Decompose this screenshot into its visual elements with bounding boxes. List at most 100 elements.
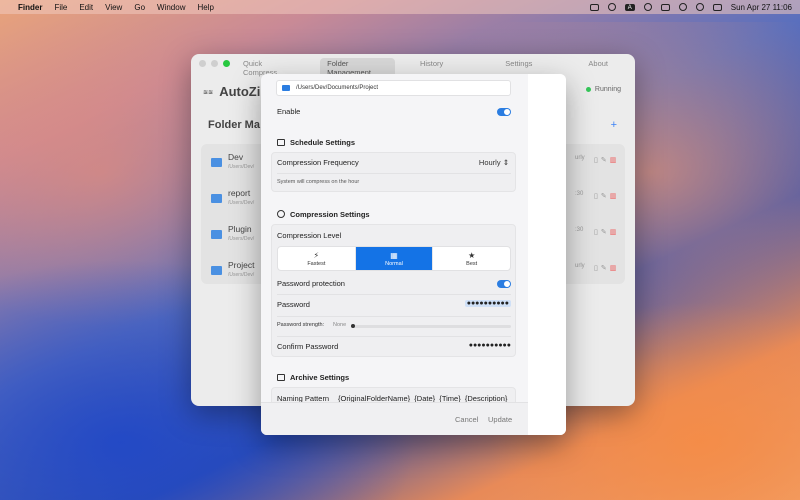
menu-help[interactable]: Help — [197, 3, 213, 12]
trash-icon[interactable]: ▥ — [610, 229, 620, 236]
copy-icon[interactable]: ▯ — [594, 229, 601, 236]
copy-icon[interactable]: ▯ — [594, 157, 601, 164]
menu-view[interactable]: View — [105, 3, 122, 12]
folder-name: report — [228, 188, 251, 198]
copy-icon[interactable]: ▯ — [594, 193, 601, 200]
menu-go[interactable]: Go — [134, 3, 145, 12]
folder-name: Project — [228, 260, 255, 270]
search-icon[interactable] — [695, 3, 704, 11]
wifi-icon[interactable] — [678, 3, 687, 11]
compression-settings-heading: Compression Settings — [277, 210, 370, 219]
folder-icon — [211, 266, 222, 275]
folder-schedule: :30 — [575, 227, 584, 233]
menu-clock[interactable]: Sun Apr 27 11:06 — [731, 3, 792, 12]
running-status-label: Running — [594, 86, 621, 93]
folder-schedule: :30 — [575, 191, 584, 197]
control-center-icon[interactable] — [712, 3, 722, 11]
sheet-scroll-content[interactable]: /Users/Dev/Documents/Project Enable Sche… — [261, 74, 528, 402]
folder-arrow-icon — [277, 374, 285, 381]
battery-icon[interactable] — [660, 3, 670, 11]
edit-folder-sheet: /Users/Dev/Documents/Project Enable Sche… — [261, 74, 566, 435]
level-fastest-option[interactable]: ⚡ Fastest — [278, 247, 356, 270]
close-window-button[interactable] — [199, 59, 206, 67]
password-strength-indicator — [351, 324, 355, 328]
tab-about[interactable]: About — [581, 58, 615, 78]
copy-icon[interactable]: ▯ — [594, 265, 601, 272]
sheet-side-panel — [528, 74, 566, 435]
naming-pattern-label: Naming Pattern — [277, 394, 330, 402]
level-normal-option[interactable]: ▦ Normal — [355, 247, 434, 270]
password-strength-label: Password strength: — [277, 322, 325, 328]
folder-name: Plugin — [228, 224, 252, 234]
row-actions: ▯✎▥ — [594, 228, 619, 236]
folder-icon — [211, 158, 222, 167]
password-strength-row: Password strength: None — [277, 321, 511, 331]
archive-settings-heading: Archive Settings — [277, 373, 349, 382]
password-row: Password ●●●●●●●●●● — [277, 298, 511, 312]
menu-window[interactable]: Window — [157, 3, 185, 12]
running-status: Running — [585, 86, 621, 93]
input-source-icon[interactable]: A — [624, 3, 635, 11]
confirm-password-label: Confirm Password — [277, 342, 339, 351]
gear-icon — [277, 210, 285, 218]
compression-level-segmented: ⚡ Fastest ▦ Normal ★ Best — [277, 246, 511, 271]
schedule-settings-heading: Schedule Settings — [277, 138, 355, 147]
edit-icon[interactable]: ✎ — [601, 229, 610, 236]
edit-icon[interactable]: ✎ — [601, 193, 610, 200]
update-button[interactable]: Update — [488, 415, 512, 424]
trash-icon[interactable]: ▥ — [610, 157, 620, 164]
layers-icon[interactable] — [607, 3, 616, 11]
divider — [277, 173, 511, 174]
folder-icon — [211, 194, 222, 203]
status-dot-icon — [585, 87, 591, 92]
user-icon[interactable] — [643, 3, 652, 11]
folder-path-field[interactable]: /Users/Dev/Documents/Project — [276, 80, 511, 96]
password-protection-toggle[interactable] — [497, 280, 511, 288]
divider — [277, 336, 511, 337]
trash-icon[interactable]: ▥ — [610, 265, 620, 272]
sheet-footer: Cancel Update — [261, 402, 528, 435]
password-label: Password — [277, 300, 310, 309]
divider — [277, 316, 511, 317]
folder-management-heading: Folder Ma — [208, 119, 260, 131]
folder-path: /Users/Dev/ — [228, 236, 255, 242]
menu-app-name[interactable]: Finder — [18, 3, 42, 12]
menu-extras: A Sun Apr 27 11:06 — [589, 3, 792, 12]
level-best-option[interactable]: ★ Best — [433, 247, 510, 270]
folder-path: /Users/Dev/ — [228, 272, 255, 278]
naming-pattern-row: Naming Pattern {OriginalFolderName}_{Dat… — [277, 392, 511, 402]
enable-row: Enable — [277, 105, 511, 119]
calendar-icon — [277, 139, 285, 146]
row-actions: ▯✎▥ — [594, 156, 619, 164]
folder-path-text: /Users/Dev/Documents/Project — [296, 85, 379, 91]
folder-name: Dev — [228, 152, 244, 162]
zip-status-icon[interactable] — [589, 3, 599, 11]
enable-toggle[interactable] — [497, 108, 511, 116]
folder-path: /Users/Dev/ — [228, 164, 255, 170]
compression-level-label: Compression Level — [277, 231, 342, 240]
menu-edit[interactable]: Edit — [79, 3, 93, 12]
password-input[interactable]: ●●●●●●●●●● — [464, 300, 511, 307]
edit-icon[interactable]: ✎ — [601, 157, 610, 164]
trash-icon[interactable]: ▥ — [610, 193, 620, 200]
add-folder-button[interactable]: + — [611, 119, 617, 131]
archive-box-icon: ▦ — [390, 251, 398, 260]
password-protection-row: Password protection — [277, 277, 511, 291]
folder-path: /Users/Dev/ — [228, 200, 255, 206]
enable-label: Enable — [277, 107, 301, 116]
frequency-select[interactable]: Hourly ⇕ — [479, 158, 509, 167]
password-strength-value: None — [333, 322, 347, 328]
zoom-window-button[interactable] — [223, 59, 230, 67]
minimize-window-button[interactable] — [211, 59, 218, 67]
edit-icon[interactable]: ✎ — [601, 265, 610, 272]
window-titlebar: Quick Compress Folder Management History… — [191, 54, 635, 78]
confirm-password-input[interactable]: ●●●●●●●●●● — [469, 342, 511, 349]
app-logo-icon: ≋≋ — [203, 90, 214, 97]
menu-bar: Finder File Edit View Go Window Help A S… — [0, 0, 800, 14]
cancel-button[interactable]: Cancel — [455, 415, 478, 424]
stepper-updown-icon: ⇕ — [502, 158, 509, 167]
bolt-icon: ⚡ — [313, 251, 320, 260]
folder-schedule: urly — [575, 263, 585, 269]
menu-file[interactable]: File — [54, 3, 67, 12]
naming-pattern-input[interactable]: {OriginalFolderName}_{Date}_{Time}_{Desc… — [338, 394, 507, 402]
